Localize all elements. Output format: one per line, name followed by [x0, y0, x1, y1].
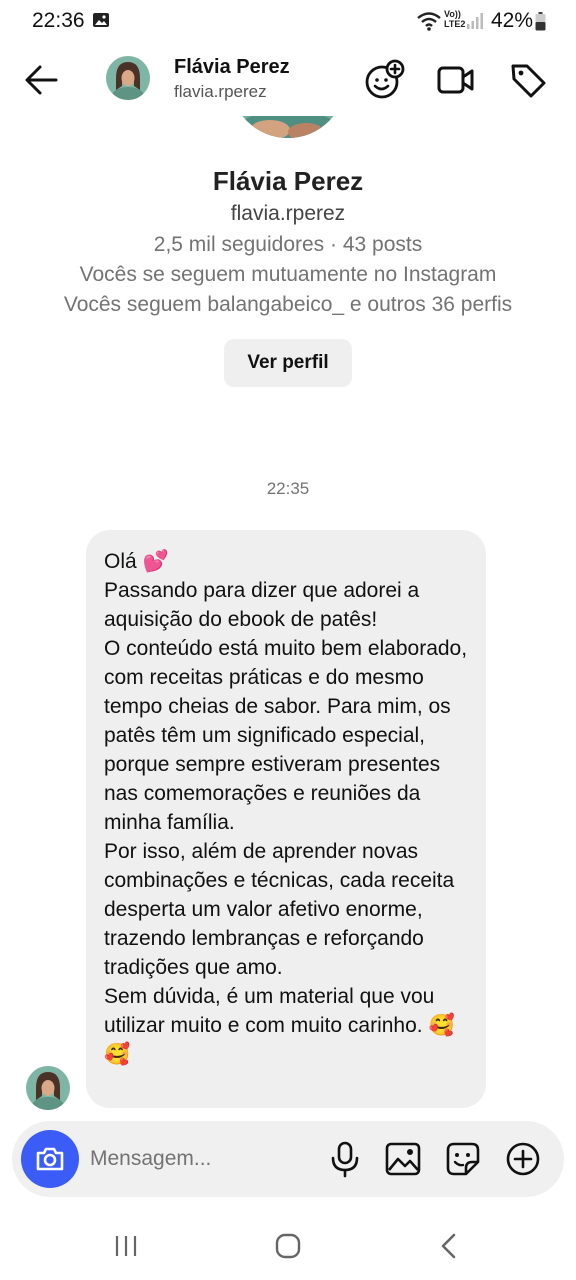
profile-name: Flávia Perez: [212, 166, 364, 196]
message-bubble[interactable]: Olá 💕 Passando para dizer que adorei a a…: [86, 530, 486, 1108]
gallery-icon[interactable]: [384, 1140, 422, 1178]
status-bar: 22:36 Vo)) LTE2 42%: [0, 0, 576, 44]
header-contact-username[interactable]: flavia.rperez: [174, 82, 267, 102]
chat-header: Flávia Perez flavia.rperez: [0, 44, 576, 116]
profile-username: flavia.rperez: [230, 202, 346, 225]
sender-avatar[interactable]: [26, 1066, 70, 1110]
header-contact-name[interactable]: Flávia Perez: [174, 56, 290, 79]
signal-icon: [467, 13, 483, 29]
header-avatar[interactable]: [106, 56, 150, 100]
camera-icon: [36, 1147, 64, 1171]
system-back-icon[interactable]: [434, 1230, 466, 1262]
camera-button[interactable]: [21, 1130, 79, 1188]
status-time: 22:36: [32, 9, 85, 32]
profile-stats: 2,5 mil seguidores · 43 posts: [153, 233, 423, 256]
gallery-notification-icon: [93, 13, 109, 27]
battery-percent: 42%: [491, 9, 534, 32]
network-label: Vo)) LTE2: [444, 9, 466, 29]
wifi-icon: [417, 12, 441, 31]
message-composer: [12, 1121, 564, 1197]
video-camera-icon[interactable]: [434, 58, 478, 102]
microphone-icon[interactable]: [326, 1140, 364, 1178]
mutual-follow-text: Vocês se seguem mutuamente no Instagram: [79, 263, 497, 286]
view-profile-button[interactable]: Ver perfil: [224, 339, 352, 387]
system-nav-bar: [0, 1210, 576, 1280]
sticker-icon[interactable]: [444, 1140, 482, 1178]
message-timestamp: 22:35: [266, 479, 310, 498]
message-input[interactable]: [90, 1139, 310, 1179]
home-icon[interactable]: [272, 1230, 304, 1262]
back-arrow-icon[interactable]: [20, 58, 64, 102]
message-text: Olá 💕 Passando para dizer que adorei a a…: [104, 550, 468, 1066]
mutual-friends-text: Vocês seguem balangabeico_ e outros 36 p…: [63, 293, 513, 316]
effects-face-icon[interactable]: [362, 58, 406, 102]
add-circle-icon[interactable]: [504, 1140, 542, 1178]
tag-icon[interactable]: [506, 58, 550, 102]
recents-icon[interactable]: [110, 1230, 142, 1262]
battery-icon: [535, 12, 546, 31]
